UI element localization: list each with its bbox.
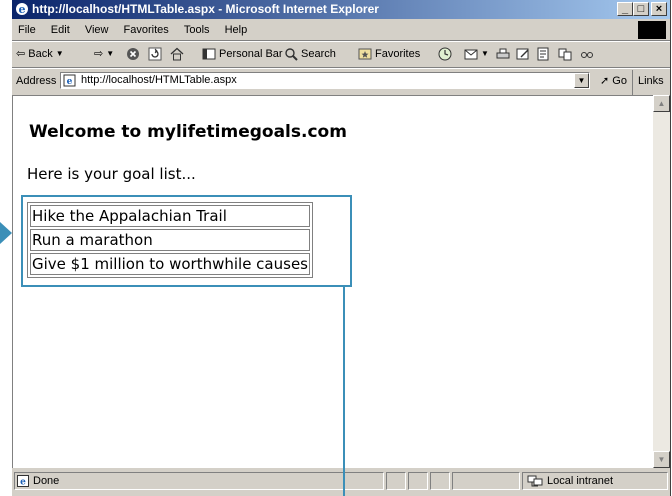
security-zone-panel: Local intranet (522, 472, 668, 490)
zone-label: Local intranet (547, 475, 614, 487)
callout-leader-line (343, 287, 345, 496)
favorites-icon (358, 48, 372, 60)
messenger-icon (558, 48, 572, 61)
status-text: Done (33, 475, 60, 487)
dropdown-arrow-icon: ▼ (106, 49, 115, 58)
stop-icon (127, 48, 139, 60)
search-icon (285, 48, 298, 61)
go-arrow-icon: ➚ (600, 75, 610, 87)
related-button[interactable] (580, 42, 594, 66)
window-title: http://localhost/HTMLTable.aspx - Micros… (32, 2, 379, 16)
menu-help[interactable]: Help (225, 24, 248, 36)
home-icon (170, 47, 184, 61)
svg-text:e: e (19, 3, 26, 16)
favorites-label: Favorites (375, 48, 421, 60)
refresh-icon (148, 47, 162, 61)
scroll-down-button[interactable]: ▼ (653, 451, 670, 468)
minimize-button[interactable]: _ (617, 2, 633, 16)
ie-icon: e (16, 3, 28, 16)
address-bar: Address e http://localhost/HTMLTable.asp… (12, 70, 670, 114)
address-label: Address (16, 75, 57, 87)
menu-edit[interactable]: Edit (51, 24, 70, 36)
personal-bar-label: Personal Bar (219, 48, 283, 60)
forward-arrow-icon: ⇨ (94, 48, 104, 60)
menu-view[interactable]: View (85, 24, 109, 36)
callout-highlight (21, 195, 352, 287)
back-button[interactable]: ⇦ Back ▼ (16, 42, 64, 66)
svg-text:e: e (20, 478, 26, 488)
history-button[interactable] (438, 42, 452, 66)
home-button[interactable] (170, 42, 184, 66)
menu-file[interactable]: File (18, 24, 36, 36)
print-button[interactable] (496, 42, 510, 66)
svg-text:e: e (67, 77, 73, 87)
messenger-button[interactable] (558, 42, 572, 66)
title-bar[interactable]: e http://localhost/HTMLTable.aspx - Micr… (12, 0, 670, 19)
page-icon: e (17, 475, 29, 487)
search-button[interactable]: Search (284, 42, 336, 66)
status-panel (430, 472, 450, 490)
mail-icon (464, 49, 478, 60)
address-dropdown-button[interactable]: ▼ (574, 73, 589, 88)
scroll-up-button[interactable]: ▲ (653, 95, 670, 112)
dropdown-arrow-icon: ▼ (481, 49, 489, 58)
back-label: ⇦ Back (16, 48, 53, 60)
print-icon (496, 48, 510, 59)
divider (12, 67, 670, 69)
stop-button[interactable] (126, 42, 140, 66)
edit-button[interactable] (516, 42, 530, 66)
callout-arrow (0, 222, 12, 244)
menu-favorites[interactable]: Favorites (124, 24, 169, 36)
edit-icon (516, 48, 529, 60)
windows-logo-icon (638, 21, 666, 39)
mail-button[interactable]: ▼ (464, 42, 489, 66)
address-url: http://localhost/HTMLTable.aspx (81, 74, 237, 86)
menu-tools[interactable]: Tools (184, 24, 210, 36)
menu-bar: File Edit View Favorites Tools Help (12, 20, 670, 40)
history-icon (438, 47, 452, 61)
personal-bar-icon (202, 48, 216, 60)
address-input[interactable]: e http://localhost/HTMLTable.aspx ▼ (60, 72, 590, 89)
status-panel (408, 472, 428, 490)
dropdown-arrow-icon: ▼ (55, 49, 64, 58)
standard-toolbar: ⇦ Back ▼ ⇨ ▼ Personal Bar Search Favorit… (12, 42, 670, 66)
status-panel (386, 472, 406, 490)
glasses-icon (581, 52, 593, 58)
maximize-button[interactable]: □ (633, 2, 649, 16)
status-panel (452, 472, 520, 490)
refresh-button[interactable] (148, 42, 162, 66)
intranet-icon (527, 475, 543, 487)
personal-bar-button[interactable]: Personal Bar (202, 42, 283, 66)
favorites-button[interactable]: Favorites (358, 42, 420, 66)
close-button[interactable]: × (651, 2, 667, 16)
vertical-scrollbar[interactable]: ▲ ▼ (653, 95, 670, 468)
status-text-panel: e Done (14, 472, 384, 490)
search-label: Search (301, 48, 336, 60)
discuss-button[interactable] (536, 42, 550, 66)
status-bar: e Done Local intranet (12, 470, 670, 492)
page-icon: e (63, 74, 76, 87)
page-heading: Welcome to mylifetimegoals.com (29, 122, 347, 142)
forward-button[interactable]: ⇨ ▼ (94, 42, 114, 66)
go-button[interactable]: ➚ Go (600, 70, 627, 92)
intro-text: Here is your goal list... (27, 165, 196, 183)
discuss-icon (537, 47, 549, 61)
go-label: Go (612, 75, 627, 87)
